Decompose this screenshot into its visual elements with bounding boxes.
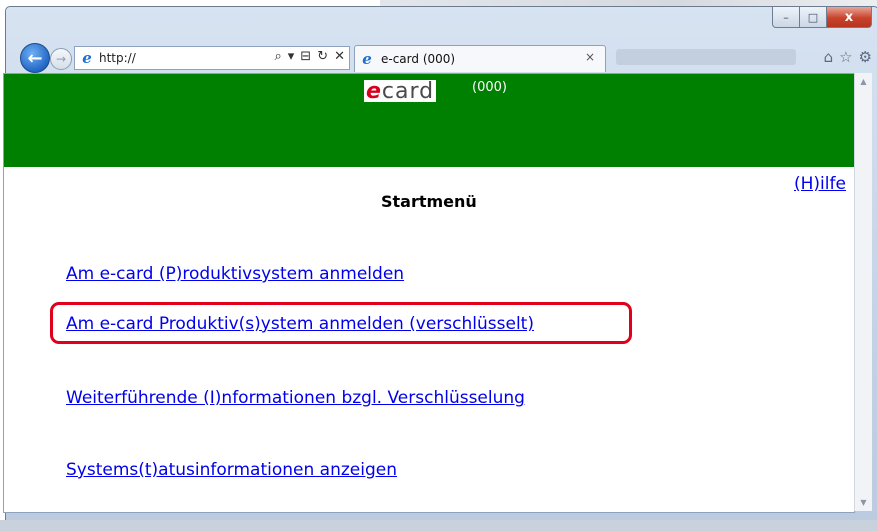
tab-close-icon[interactable]: × <box>585 50 595 64</box>
toolbar-icons: ⌂ ☆ ⚙ <box>824 48 872 66</box>
address-tools: ⌕ ▾ ⊟ ↻ ✕ <box>274 49 345 64</box>
back-button[interactable]: ← <box>20 43 50 73</box>
link-encryption-info[interactable]: Weiterführende (I)nformationen bzgl. Ver… <box>66 388 525 408</box>
refresh-icon[interactable]: ↻ <box>317 49 328 64</box>
favorites-icon[interactable]: ☆ <box>839 48 852 66</box>
minimize-button[interactable]: – <box>772 7 800 28</box>
link-system-status[interactable]: Systems(t)atusinformationen anzeigen <box>66 460 397 480</box>
logo-card: card <box>381 78 435 104</box>
stop-icon[interactable]: ✕ <box>334 49 345 64</box>
tools-gear-icon[interactable]: ⚙ <box>859 48 872 66</box>
link-login-productive[interactable]: Am e-card (P)roduktivsystem anmelden <box>66 264 404 284</box>
window-bottom-edge <box>0 520 877 531</box>
tab-title: e-card (000) <box>381 52 456 66</box>
page-title: Startmenü <box>381 192 477 211</box>
help-link[interactable]: (H)ilfe <box>794 174 846 194</box>
close-window-button[interactable]: x <box>827 7 872 28</box>
logo-suffix: (000) <box>472 80 507 95</box>
ecard-logo: e card <box>364 78 437 104</box>
highlight-annotation <box>50 302 632 344</box>
tab-ecard[interactable]: e e-card (000) × <box>354 45 606 72</box>
logo-e: e <box>366 78 382 104</box>
blurred-background-text <box>616 49 796 65</box>
home-icon[interactable]: ⌂ <box>824 48 834 66</box>
tab-ie-icon: e <box>362 50 372 68</box>
compatibility-view-icon[interactable]: ⊟ <box>300 49 311 64</box>
search-icon[interactable]: ⌕ <box>274 49 281 64</box>
page-header: e card (000) <box>4 74 854 167</box>
scroll-up-icon[interactable]: ▲ <box>855 73 872 90</box>
title-bar: – □ x <box>6 7 877 41</box>
scroll-down-icon[interactable]: ▼ <box>855 494 872 511</box>
vertical-scrollbar[interactable]: ▲ ▼ <box>854 73 872 511</box>
address-bar[interactable]: e http:// ⌕ ▾ ⊟ ↻ ✕ <box>74 46 350 70</box>
ie-page-icon: e <box>82 49 92 67</box>
window-controls: – □ x <box>772 7 872 28</box>
page-viewport: e card (000) (H)ilfe Startmenü Am e-card … <box>3 73 855 513</box>
forward-button[interactable]: → <box>50 48 72 70</box>
maximize-button[interactable]: □ <box>800 7 827 28</box>
dropdown-icon[interactable]: ▾ <box>288 49 295 64</box>
address-text[interactable]: http:// <box>99 51 136 65</box>
